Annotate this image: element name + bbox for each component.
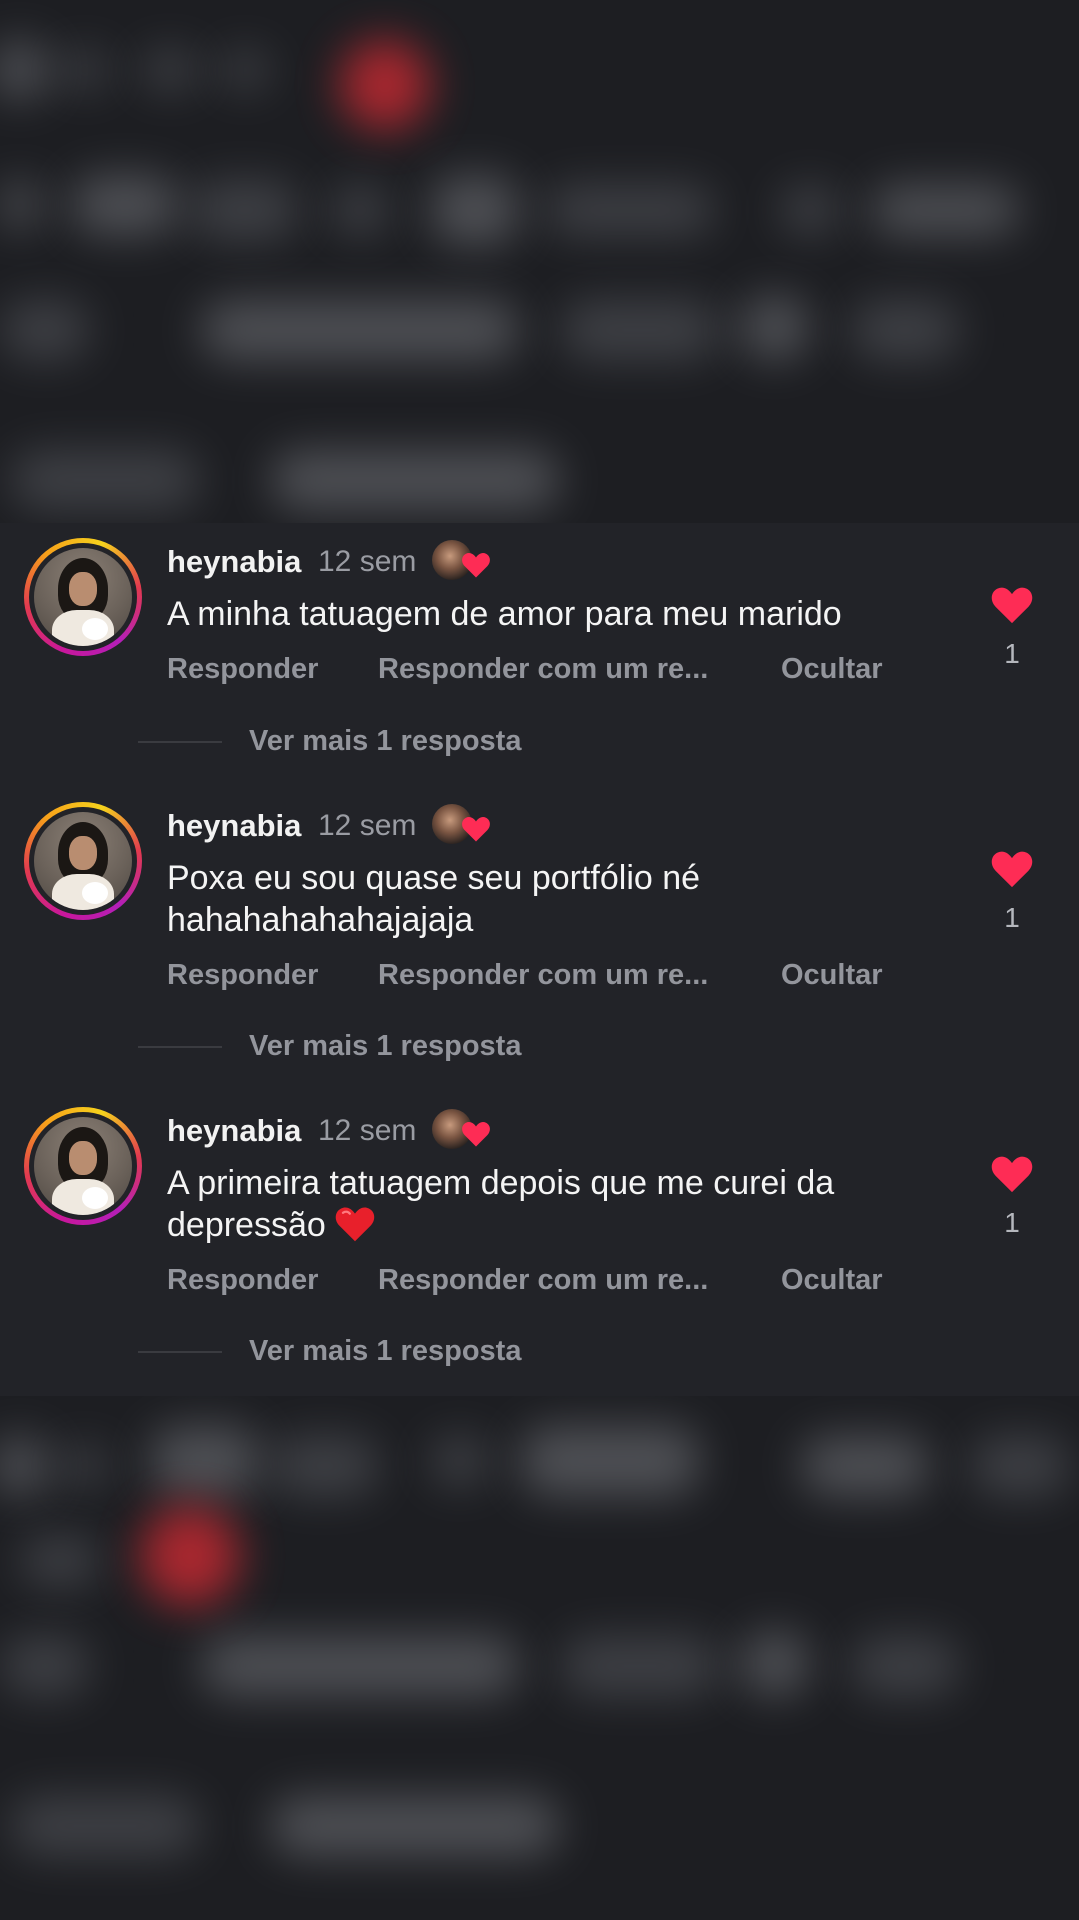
reply-button[interactable]: Responder xyxy=(167,957,318,993)
reply-button[interactable]: Responder xyxy=(167,1262,318,1298)
comments-screen: heynabia 12 sem A minha tatuagem de amor… xyxy=(0,0,1079,1920)
avatar[interactable] xyxy=(24,802,142,920)
author-liked-heart-icon xyxy=(462,553,490,578)
comment-username[interactable]: heynabia xyxy=(167,807,301,845)
comment-username[interactable]: heynabia xyxy=(167,543,301,581)
avatar[interactable] xyxy=(24,1107,142,1225)
like-count: 1 xyxy=(1004,638,1020,669)
comment-timestamp: 12 sem xyxy=(318,1114,417,1147)
reply-with-video-button[interactable]: Responder com um re... xyxy=(378,957,708,993)
like-heart-icon[interactable] xyxy=(990,1154,1034,1194)
reply-with-video-button[interactable]: Responder com um re... xyxy=(378,651,708,687)
comment-text: A primeira tatuagem depois que me curei … xyxy=(167,1164,835,1244)
hide-button[interactable]: Ocultar xyxy=(781,651,883,687)
comment-text: A minha tatuagem de amor para meu marido xyxy=(167,595,842,633)
comment-username[interactable]: heynabia xyxy=(167,1112,301,1150)
blurred-comments-below xyxy=(0,1396,1079,1920)
comment-text: Poxa eu sou quase seu portfólio né hahah… xyxy=(167,859,701,939)
like-heart-icon[interactable] xyxy=(990,849,1034,889)
like-count: 1 xyxy=(1004,1207,1020,1238)
view-more-replies-label[interactable]: Ver mais 1 resposta xyxy=(249,723,521,759)
hide-button[interactable]: Ocultar xyxy=(781,957,883,993)
comment-timestamp: 12 sem xyxy=(318,809,417,842)
view-more-replies-label[interactable]: Ver mais 1 resposta xyxy=(249,1028,521,1064)
author-liked-heart-icon xyxy=(462,1122,490,1147)
reply-divider-line xyxy=(138,741,222,743)
author-liked-heart-icon xyxy=(462,817,490,842)
like-count: 1 xyxy=(1004,902,1020,933)
avatar[interactable] xyxy=(24,538,142,656)
like-heart-icon[interactable] xyxy=(990,585,1034,625)
hide-button[interactable]: Ocultar xyxy=(781,1262,883,1298)
reply-divider-line xyxy=(138,1046,222,1048)
red-heart-emoji-icon xyxy=(335,1207,375,1242)
comment-timestamp: 12 sem xyxy=(318,545,417,578)
reply-button[interactable]: Responder xyxy=(167,651,318,687)
reply-divider-line xyxy=(138,1351,222,1353)
view-more-replies-label[interactable]: Ver mais 1 resposta xyxy=(249,1333,521,1369)
blurred-comments-above xyxy=(0,0,1079,523)
comment-list: heynabia 12 sem A minha tatuagem de amor… xyxy=(0,523,1079,1396)
reply-with-video-button[interactable]: Responder com um re... xyxy=(378,1262,708,1298)
